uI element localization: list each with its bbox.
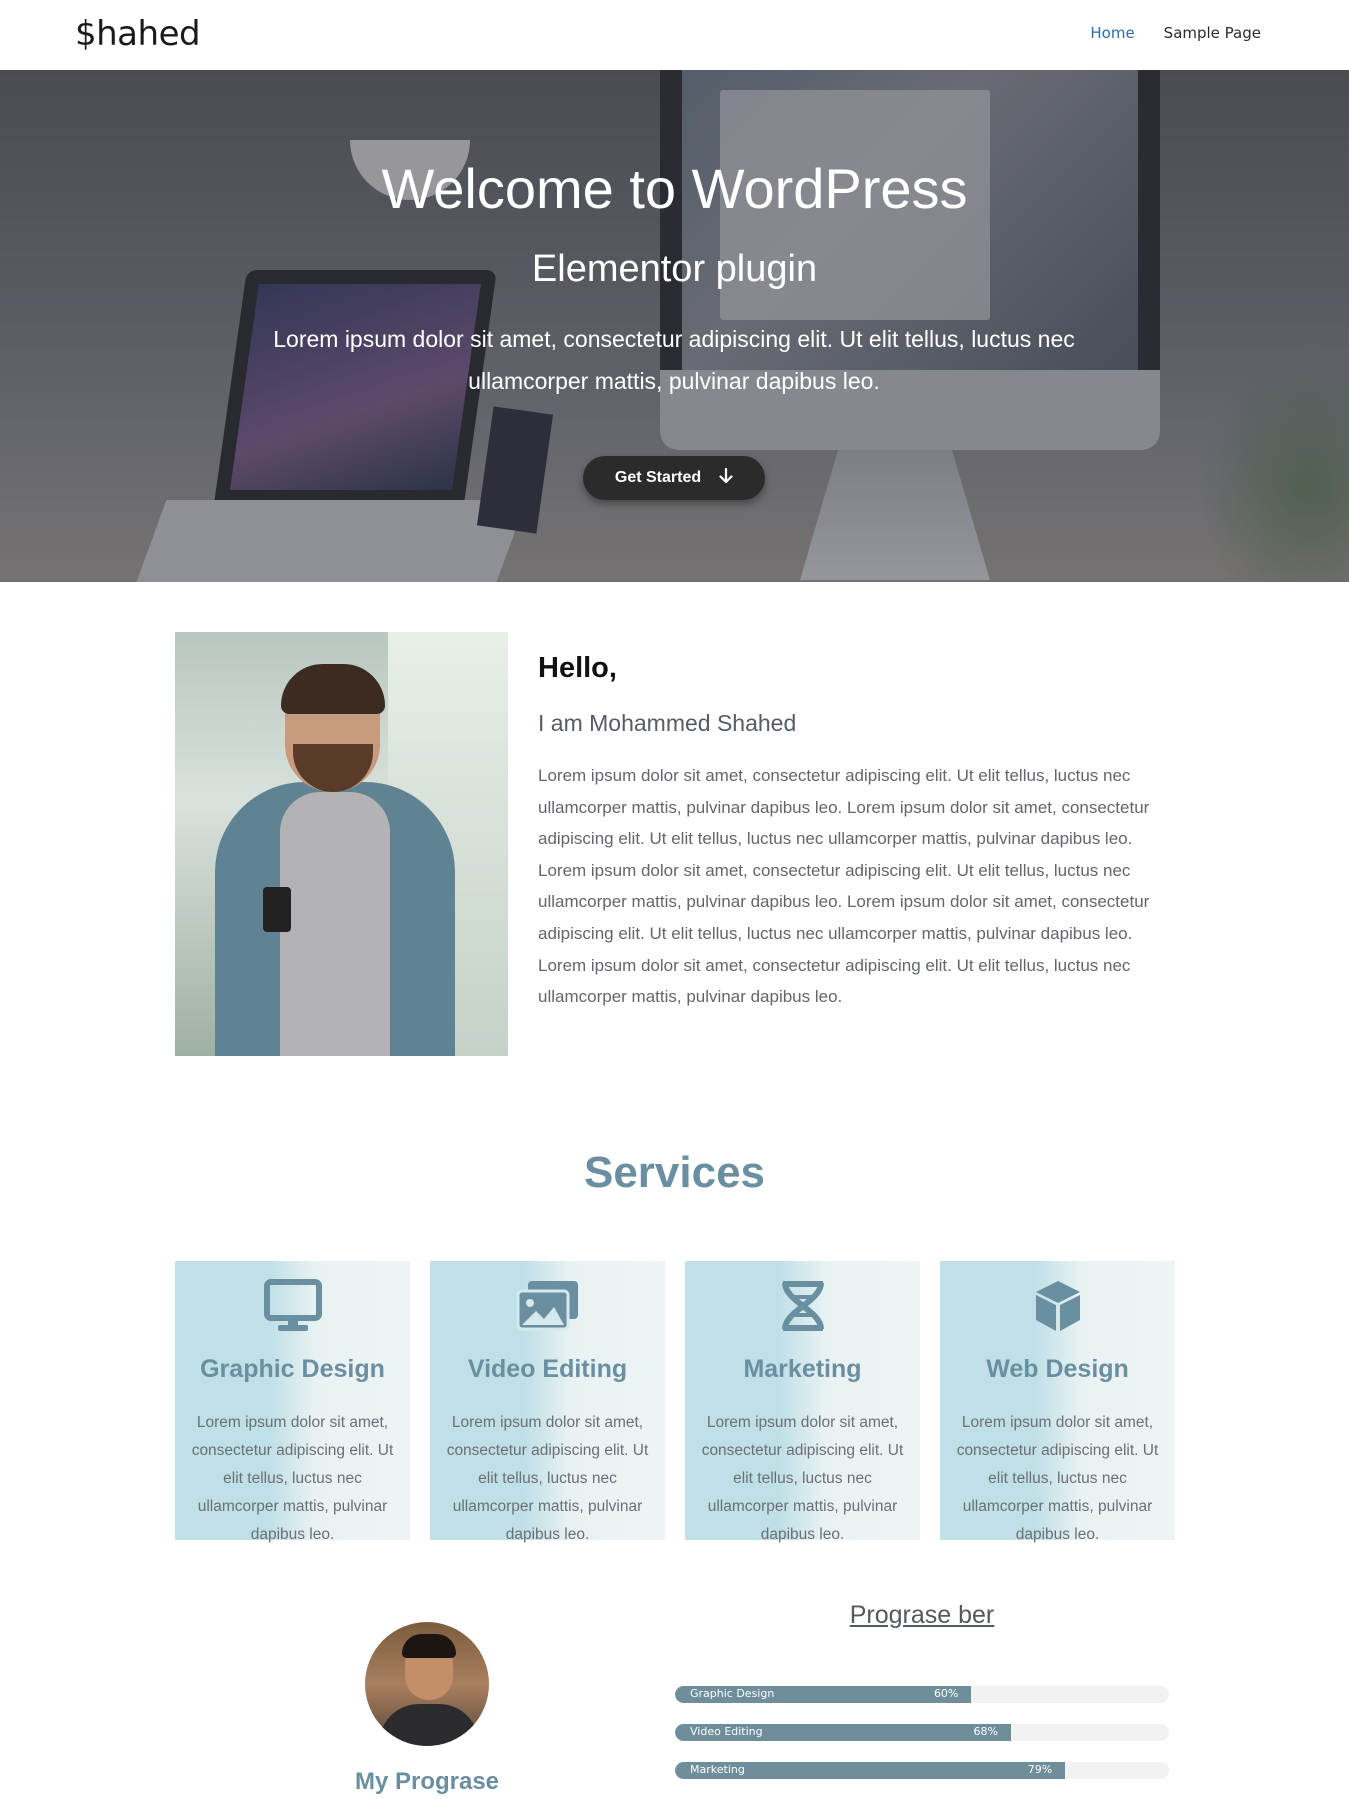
site-header: $hahed Home Sample Page — [0, 0, 1349, 70]
progress-bars-title: Prograse ber — [849, 1601, 995, 1629]
progress-bar-graphic-design: Graphic Design 60% — [675, 1686, 1169, 1703]
progress-bar-video-editing: Video Editing 68% — [675, 1724, 1169, 1741]
service-text: Lorem ipsum dolor sit amet, consectetur … — [446, 1414, 649, 1543]
progress-fill: Marketing 79% — [675, 1762, 1066, 1779]
arrow-down-icon — [719, 467, 733, 489]
service-text: Lorem ipsum dolor sit amet, consectetur … — [191, 1414, 394, 1543]
hero-subtitle: Elementor plugin — [531, 248, 818, 290]
progress-label: Marketing — [690, 1763, 745, 1776]
service-card-web-design: Web Design Lorem ipsum dolor sit amet, c… — [940, 1261, 1175, 1543]
progress-fill: Graphic Design 60% — [675, 1686, 972, 1703]
hero-title: Welcome to WordPress — [381, 157, 968, 220]
service-title: Video Editing — [467, 1355, 628, 1383]
progress-fill: Video Editing 68% — [675, 1724, 1011, 1741]
hero-text: Lorem ipsum dolor sit amet, consectetur … — [273, 326, 1075, 394]
desktop-icon — [175, 1279, 410, 1335]
main-nav: Home Sample Page — [1090, 24, 1261, 42]
images-icon — [430, 1279, 665, 1335]
service-title: Graphic Design — [200, 1355, 385, 1383]
service-card-marketing: Marketing Lorem ipsum dolor sit amet, co… — [685, 1261, 920, 1543]
hero-section: Welcome to WordPress Elementor plugin Lo… — [0, 70, 1349, 582]
dna-icon — [685, 1279, 920, 1335]
service-text: Lorem ipsum dolor sit amet, consectetur … — [956, 1414, 1159, 1543]
nav-item-sample-page[interactable]: Sample Page — [1164, 24, 1261, 42]
progress-value: 79% — [1027, 1763, 1053, 1776]
service-card-video-editing: Video Editing Lorem ipsum dolor sit amet… — [430, 1261, 665, 1543]
cube-icon — [940, 1279, 1175, 1335]
progress-value: 68% — [973, 1725, 998, 1738]
progress-bar-marketing: Marketing 79% — [675, 1762, 1169, 1779]
services-title: Services — [583, 1148, 766, 1197]
get-started-label: Get Started — [614, 469, 702, 486]
nav-item-home[interactable]: Home — [1090, 24, 1134, 42]
progress-value: 60% — [933, 1687, 959, 1700]
service-card-graphic-design: Graphic Design Lorem ipsum dolor sit ame… — [175, 1261, 410, 1543]
about-greeting: Hello, — [538, 652, 617, 684]
about-text: Lorem ipsum dolor sit amet, consectetur … — [538, 766, 1150, 1007]
service-title: Marketing — [743, 1355, 862, 1383]
progress-label: Graphic Design — [690, 1687, 775, 1700]
service-text: Lorem ipsum dolor sit amet, consectetur … — [701, 1414, 904, 1543]
site-title[interactable]: $hahed — [75, 14, 201, 54]
profile-photo — [175, 632, 508, 1056]
get-started-button[interactable]: Get Started — [583, 456, 765, 500]
progress-label: Video Editing — [690, 1725, 763, 1738]
service-title: Web Design — [986, 1355, 1129, 1383]
about-name: I am Mohammed Shahed — [538, 710, 797, 736]
avatar — [365, 1622, 489, 1746]
